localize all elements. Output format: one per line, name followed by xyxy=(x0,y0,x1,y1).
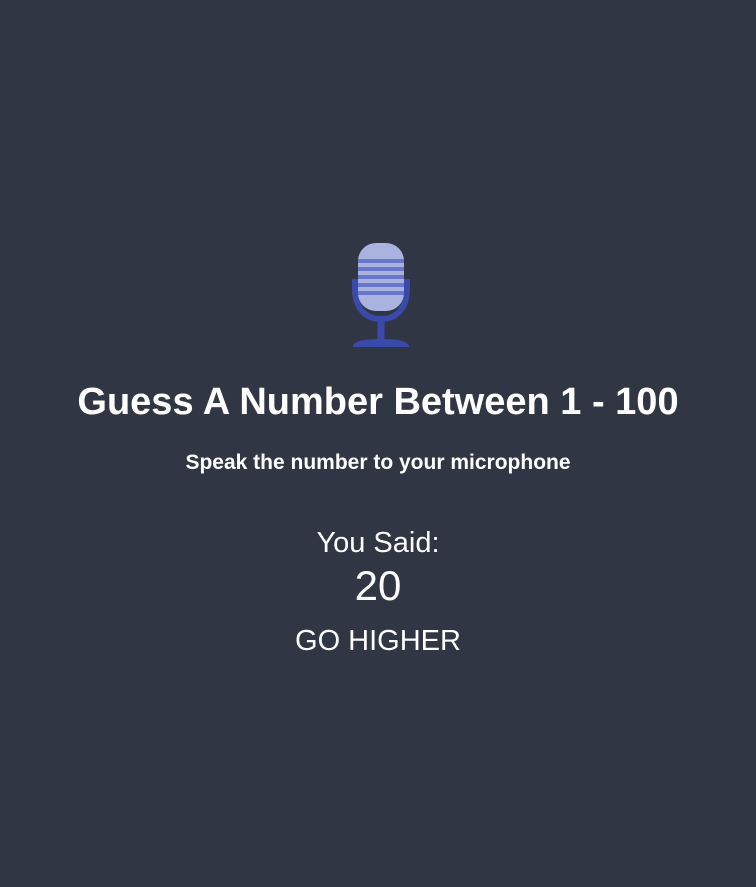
instructions-text: Speak the number to your microphone xyxy=(185,451,571,474)
hint-message: GO HIGHER xyxy=(295,625,461,657)
microphone-icon xyxy=(352,243,410,347)
app-container: Guess A Number Between 1 - 100 Speak the… xyxy=(0,0,756,887)
page-title: Guess A Number Between 1 - 100 xyxy=(77,381,679,423)
you-said-label: You Said: xyxy=(316,527,440,559)
spoken-number: 20 xyxy=(354,562,402,609)
